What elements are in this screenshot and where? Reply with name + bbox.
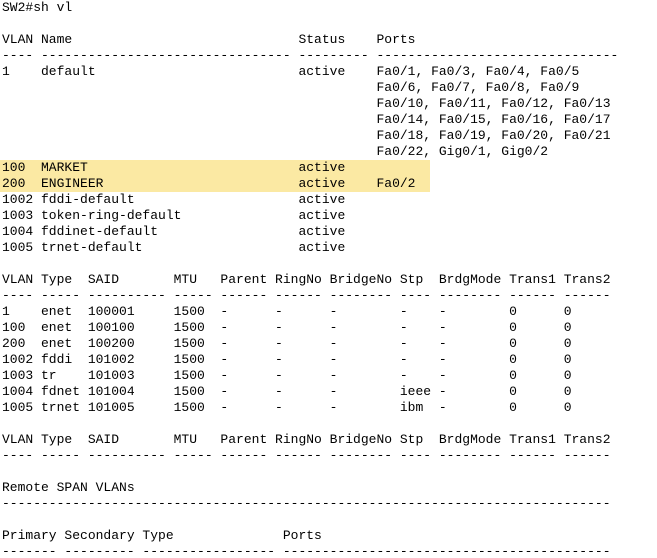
terminal-line: VLAN Type SAID MTU Parent RingNo BridgeN… — [2, 272, 611, 287]
terminal-line: Fa0/6, Fa0/7, Fa0/8, Fa0/9 — [2, 80, 580, 95]
terminal-line: Remote SPAN VLANs — [2, 480, 135, 495]
terminal-line: 1003 tr 101003 1500 - - - - - 0 0 — [2, 368, 572, 383]
terminal-line: 1003 token-ring-default active — [2, 208, 346, 223]
terminal-line: Fa0/10, Fa0/11, Fa0/12, Fa0/13 — [2, 96, 611, 111]
terminal-line: 1002 fddi-default active — [2, 192, 346, 207]
terminal-line: ----------------------------------------… — [2, 496, 611, 511]
terminal-line: Fa0/18, Fa0/19, Fa0/20, Fa0/21 — [2, 128, 611, 143]
terminal-line: Fa0/14, Fa0/15, Fa0/16, Fa0/17 — [2, 112, 611, 127]
terminal-line: SW2#sh vl — [2, 0, 73, 15]
terminal-line: ---- ----- ---------- ----- ------ -----… — [2, 288, 611, 303]
terminal-line: 200 enet 100200 1500 - - - - - 0 0 — [2, 336, 572, 351]
terminal-line: Primary Secondary Type Ports — [2, 528, 322, 543]
terminal-line: 1 enet 100001 1500 - - - - - 0 0 — [2, 304, 572, 319]
terminal-line: 100 enet 100100 1500 - - - - - 0 0 — [2, 320, 572, 335]
terminal-line: 1004 fdnet 101004 1500 - - - ieee - 0 0 — [2, 384, 572, 399]
terminal-window[interactable]: SW2#sh vl VLAN Name Status Ports ---- ----… — [0, 0, 657, 558]
terminal-line: ------- --------- ----------------- ----… — [2, 544, 611, 558]
terminal-line: ---- -------------------------------- --… — [2, 48, 619, 63]
terminal-line-highlighted: 200 ENGINEER active Fa0/2 — [2, 176, 416, 191]
terminal-line: VLAN Name Status Ports — [2, 32, 416, 47]
terminal-line-highlighted: 100 MARKET active — [2, 160, 346, 175]
terminal-line: 1005 trnet 101005 1500 - - - ibm - 0 0 — [2, 400, 572, 415]
terminal-line: ---- ----- ---------- ----- ------ -----… — [2, 448, 611, 463]
terminal-line: 1005 trnet-default active — [2, 240, 346, 255]
terminal-line: 1002 fddi 101002 1500 - - - - - 0 0 — [2, 352, 572, 367]
terminal-line: VLAN Type SAID MTU Parent RingNo BridgeN… — [2, 432, 611, 447]
terminal-line: Fa0/22, Gig0/1, Gig0/2 — [2, 144, 549, 159]
terminal-line: 1 default active Fa0/1, Fa0/3, Fa0/4, Fa… — [2, 64, 580, 79]
terminal-line: 1004 fddinet-default active — [2, 224, 346, 239]
